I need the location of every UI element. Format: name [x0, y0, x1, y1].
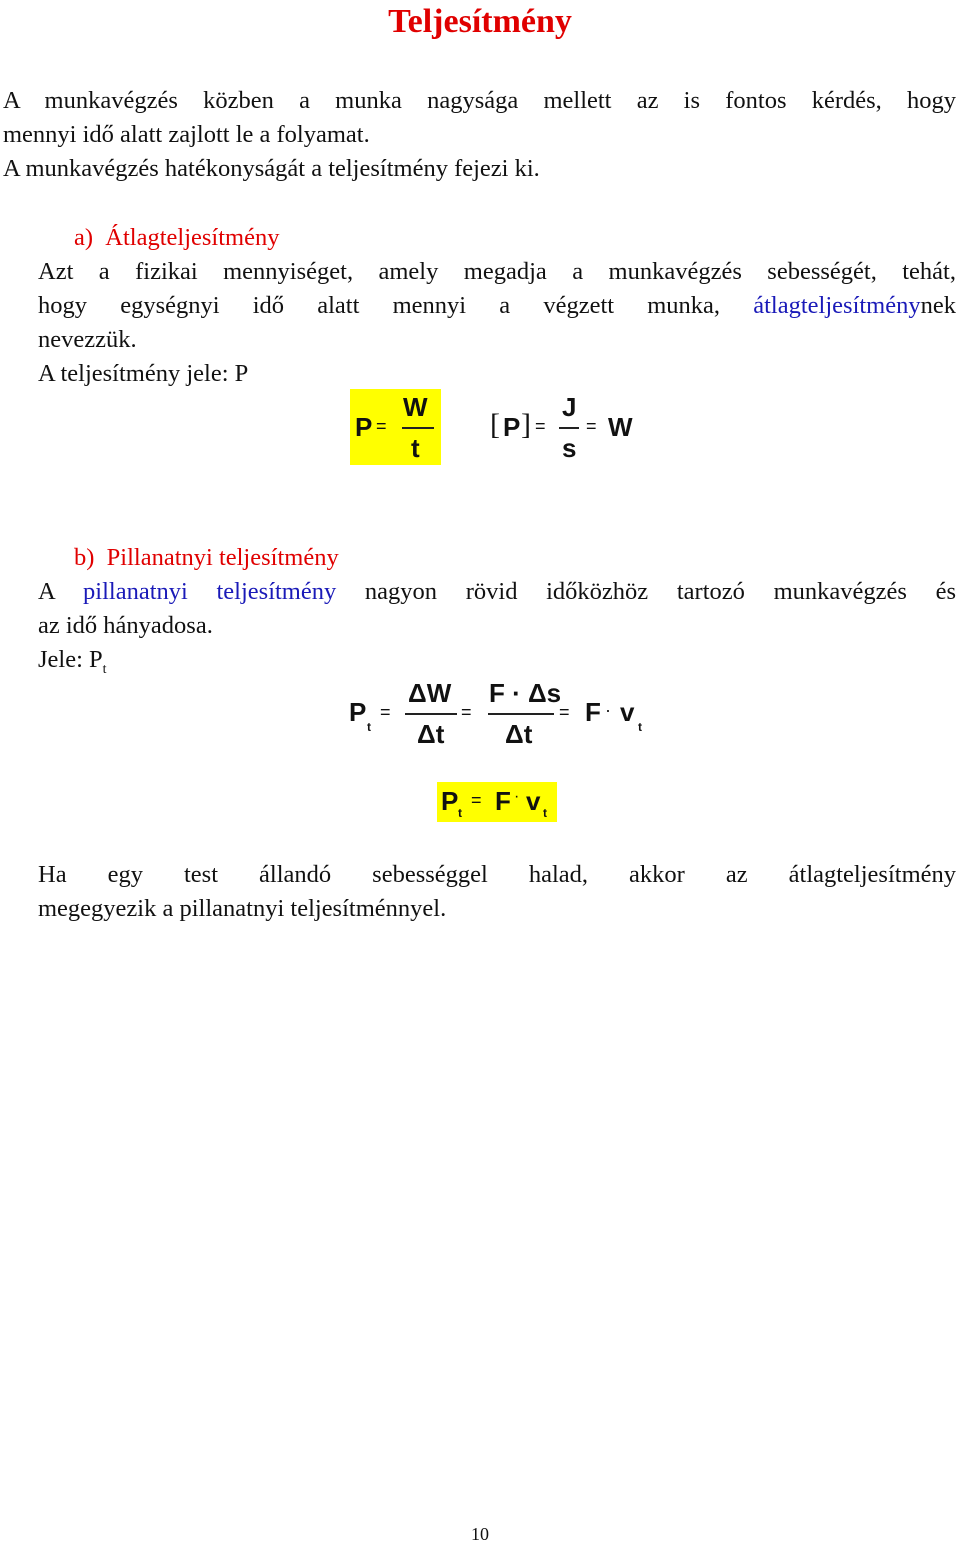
page-title: Teljesítmény: [388, 3, 572, 40]
frac2-denominator: Δt: [505, 719, 533, 749]
frac1-bar: [405, 713, 457, 715]
left-bracket: [: [490, 408, 500, 441]
unit-equals-1: =: [535, 416, 546, 436]
right-bracket: ]: [521, 408, 531, 441]
formula-dot: ·: [605, 700, 611, 720]
section-a-line-3: nevezzük.: [38, 326, 137, 353]
boxed-P-subscript: t: [458, 806, 462, 820]
formula-v-subscript: t: [638, 720, 642, 734]
intro-line-2: mennyi idő alatt zajlott le a folyamat.: [3, 121, 370, 148]
frac1-denominator: Δt: [417, 719, 445, 749]
unit-numerator-J: J: [562, 392, 577, 422]
symbol-subscript: t: [102, 661, 107, 677]
unit-P: P: [503, 412, 521, 442]
section-b-line-1-text: nagyon rövid időközhöz tartozó munkavégz…: [336, 578, 956, 605]
symbol-label: Jele: P: [38, 646, 103, 673]
formula-equals-1: =: [380, 702, 391, 722]
section-b-symbol-line: Jele: Pt: [38, 643, 107, 687]
conclusion-line-1: Ha egy test állandó sebességgel halad, a…: [38, 861, 956, 888]
instantaneous-power-formula: P t = ΔW Δt = F · Δs Δt = F · v t: [345, 676, 655, 756]
formula-equals-2: =: [461, 702, 472, 722]
section-b-line-1: A pillanatnyi teljesítmény nagyon rövid …: [38, 575, 956, 609]
unit-fraction-bar: [559, 427, 579, 429]
frac2-numerator: F · Δs: [489, 678, 562, 708]
section-a-line-2-text: hogy egységnyi idő alatt mennyi a végzet…: [38, 292, 754, 319]
fraction-bar: [402, 427, 434, 429]
section-b-line-1-prefix: A: [38, 578, 84, 605]
average-power-formula: P = W t: [350, 389, 441, 465]
boxed-power-formula: P t = F · v t: [437, 782, 557, 822]
formula-denominator-t: t: [411, 433, 420, 463]
formula-lhs-P: P: [355, 412, 373, 442]
frac1-numerator: ΔW: [408, 678, 452, 708]
section-a-symbol-line: A teljesítmény jele: P: [38, 360, 249, 387]
formula-equals: =: [376, 416, 387, 436]
section-a-heading: a) Átlagteljesítmény: [74, 224, 280, 251]
unit-formula: [ P ] = J s = W: [490, 389, 650, 465]
unit-result-W: W: [608, 412, 633, 442]
formula-numerator-W: W: [403, 392, 428, 422]
formula-equals-3: =: [559, 702, 570, 722]
section-b-line-2: az idő hányadosa.: [38, 612, 213, 639]
section-a-line-2: hogy egységnyi idő alatt mennyi a végzet…: [38, 289, 956, 323]
formula-F: F: [585, 697, 601, 727]
conclusion-line-2: megegyezik a pillanatnyi teljesítménnyel…: [38, 895, 447, 922]
intro-line-1: A munkavégzés közben a munka nagysága me…: [3, 87, 956, 114]
term-atlagteljesitmeny: átlagteljesítmény: [753, 292, 921, 319]
boxed-v-subscript: t: [543, 806, 547, 820]
boxed-v: v: [526, 786, 541, 816]
section-b-heading: b) Pillanatnyi teljesítmény: [74, 544, 339, 571]
formula-v: v: [620, 697, 635, 727]
boxed-P: P: [441, 786, 459, 816]
section-a-line-1: Azt a fizikai mennyiséget, amely megadja…: [38, 258, 956, 285]
term-pillanatnyi-teljesitmeny: pillanatnyi teljesítmény: [83, 578, 337, 605]
boxed-equals: =: [471, 790, 482, 810]
frac2-bar: [488, 713, 554, 715]
formula-P-subscript: t: [367, 720, 371, 734]
intro-line-3: A munkavégzés hatékonyságát a teljesítmé…: [3, 155, 540, 182]
boxed-dot: ·: [514, 788, 520, 805]
formula-P: P: [349, 697, 367, 727]
unit-denominator-s: s: [562, 433, 577, 463]
section-a-line-2-suffix: nek: [920, 292, 956, 319]
page-number: 10: [471, 1524, 489, 1544]
unit-equals-2: =: [586, 416, 597, 436]
boxed-F: F: [495, 786, 511, 816]
